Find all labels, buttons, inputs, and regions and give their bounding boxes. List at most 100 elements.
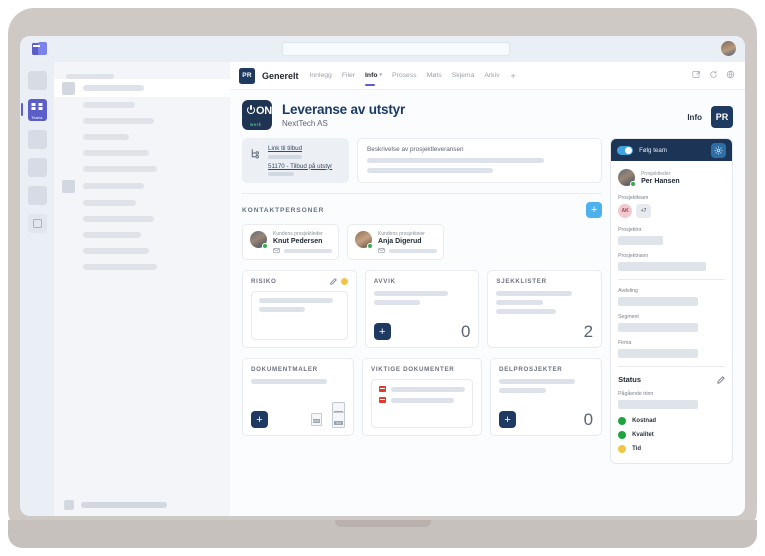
tab-info-label: Info	[365, 71, 378, 79]
pr-badge[interactable]: PR	[711, 106, 733, 128]
add-tab-button[interactable]: +	[510, 71, 515, 81]
popout-icon[interactable]	[692, 70, 701, 79]
field-value-prosjektnr[interactable]	[618, 236, 664, 245]
search-input[interactable]	[282, 42, 510, 56]
step-value[interactable]	[618, 400, 699, 409]
placeholder-bar	[391, 386, 466, 392]
contact-card[interactable]: Kundens prosjektleder Knut Pedersen	[242, 224, 339, 260]
add-contact-button[interactable]: +	[586, 202, 603, 218]
list-item[interactable]	[54, 129, 230, 145]
doc-file-icon: DOC	[311, 413, 323, 426]
contact-name: Knut Pedersen	[273, 238, 323, 245]
rail-item-label: Teams	[31, 116, 43, 120]
tab-skjema[interactable]: Skjema	[452, 72, 475, 80]
tab-innlegg[interactable]: Innlegg	[310, 72, 332, 80]
tile-avvik[interactable]: AVVIK + 0	[364, 270, 480, 348]
tile-sjekklister[interactable]: SJEKKLISTER 2	[487, 270, 603, 348]
avvik-count: 0	[460, 322, 471, 341]
list-item[interactable]	[54, 227, 230, 243]
settings-button[interactable]	[711, 142, 726, 158]
description-placeholder	[367, 168, 493, 173]
document-row[interactable]	[379, 397, 465, 403]
team-more-chip[interactable]: +7	[636, 204, 652, 218]
team-avatar-placeholder	[62, 81, 75, 95]
avatar	[618, 169, 637, 187]
field-value-firma[interactable]	[618, 349, 699, 358]
list-item[interactable]	[54, 113, 230, 129]
field-label-segment: Segment	[618, 314, 639, 320]
tile-dokumentmaler[interactable]: DOKUMENTMALER + PPT DOC	[242, 358, 355, 436]
tab-arkiv[interactable]: Arkiv	[484, 72, 499, 80]
laptop-notch	[334, 520, 431, 527]
tile-delprosjekter[interactable]: DELPROSJEKTER + 0	[490, 358, 603, 436]
channel-list-footer[interactable]	[54, 494, 230, 516]
list-item[interactable]	[54, 97, 230, 113]
app-panel: PR Generelt Innlegg Filer Info ▾ Prosess …	[230, 62, 745, 516]
pencil-icon[interactable]	[717, 375, 725, 384]
list-item[interactable]	[54, 145, 230, 161]
document-row[interactable]	[379, 386, 466, 392]
tab-filer[interactable]: Filer	[342, 72, 355, 80]
rail-item-calls[interactable]	[27, 158, 47, 177]
contact-card[interactable]: Kundens prosjekteier Anja Digerud	[347, 224, 444, 260]
list-item[interactable]	[54, 79, 230, 97]
chevron-down-icon: ▾	[379, 71, 383, 78]
tile-title: SJEKKLISTER	[496, 278, 547, 285]
tile-viktige-dokumenter[interactable]: VIKTIGE DOKUMENTER	[362, 358, 483, 436]
list-item[interactable]	[54, 195, 230, 211]
gear-icon	[714, 146, 723, 154]
pencil-icon[interactable]	[330, 278, 337, 285]
tab-mots[interactable]: Møts	[427, 72, 442, 80]
sjekklister-count: 2	[583, 322, 594, 341]
field-value-prosjektnavn[interactable]	[618, 262, 707, 271]
link-til-tilbud[interactable]: Link til tilbud	[268, 145, 341, 152]
link-tree-icon	[251, 149, 259, 159]
channel-tab-strip: PR Generelt Innlegg Filer Info ▾ Prosess …	[230, 62, 745, 90]
rail-item-apps[interactable]	[27, 214, 47, 233]
rail-item-files[interactable]	[27, 186, 47, 205]
follow-team-label: Følg team	[639, 146, 667, 154]
list-item[interactable]	[54, 211, 230, 227]
description-placeholder	[367, 158, 544, 163]
list-item[interactable]	[54, 161, 230, 177]
add-delprosjekt-button[interactable]: +	[499, 411, 517, 428]
onwork-logo-sub: work	[250, 121, 262, 127]
mail-icon[interactable]	[273, 248, 280, 253]
list-item[interactable]	[54, 259, 230, 275]
rail-item-calendar[interactable]	[27, 130, 47, 149]
teams-channel-list	[54, 62, 230, 516]
user-avatar[interactable]	[721, 41, 736, 56]
mail-icon[interactable]	[378, 248, 385, 253]
rail-item-teams[interactable]: Teams	[20, 99, 47, 121]
tile-title: DELPROSJEKTER	[499, 366, 563, 373]
step-label: Pågående trinn	[618, 391, 654, 397]
teams-top-bar	[20, 36, 745, 62]
placeholder-bar	[496, 300, 544, 305]
globe-icon[interactable]	[726, 70, 735, 79]
team-member-chip[interactable]: AK	[618, 204, 633, 218]
follow-team-toggle[interactable]	[617, 145, 634, 155]
tab-prosess[interactable]: Prosess	[392, 72, 417, 80]
add-dokumentmal-button[interactable]: +	[251, 411, 268, 428]
placeholder-bar	[496, 309, 557, 314]
placeholder-bar	[391, 397, 455, 403]
field-value-avdeling[interactable]	[618, 297, 699, 306]
tiles-row-1: RISIKO AVVIK + 0 SJEKKLISTER 2	[242, 270, 603, 348]
refresh-icon[interactable]	[709, 70, 718, 79]
list-item[interactable]	[54, 177, 230, 195]
onwork-logo: ON work	[242, 100, 272, 130]
list-item[interactable]	[54, 243, 230, 259]
rail-item-activity[interactable]	[27, 71, 47, 90]
panel-body: Prosjektleder Per Hansen Prosjektteam AK…	[611, 161, 732, 463]
tile-title: AVVIK	[373, 278, 396, 285]
info-label[interactable]: Info	[687, 113, 702, 122]
tilbud-offer-link[interactable]: 51170 - Tilbud på utstyr	[268, 163, 341, 170]
add-avvik-button[interactable]: +	[373, 323, 391, 340]
field-value-segment[interactable]	[618, 323, 699, 332]
pdf-icon	[379, 386, 387, 392]
tab-info[interactable]: Info ▾	[365, 71, 383, 86]
status-indicator: Tid	[618, 445, 725, 453]
tile-risiko[interactable]: RISIKO	[242, 270, 357, 348]
tilbud-offer-placeholder	[268, 172, 294, 176]
field-label-firma: Firma	[618, 340, 632, 346]
